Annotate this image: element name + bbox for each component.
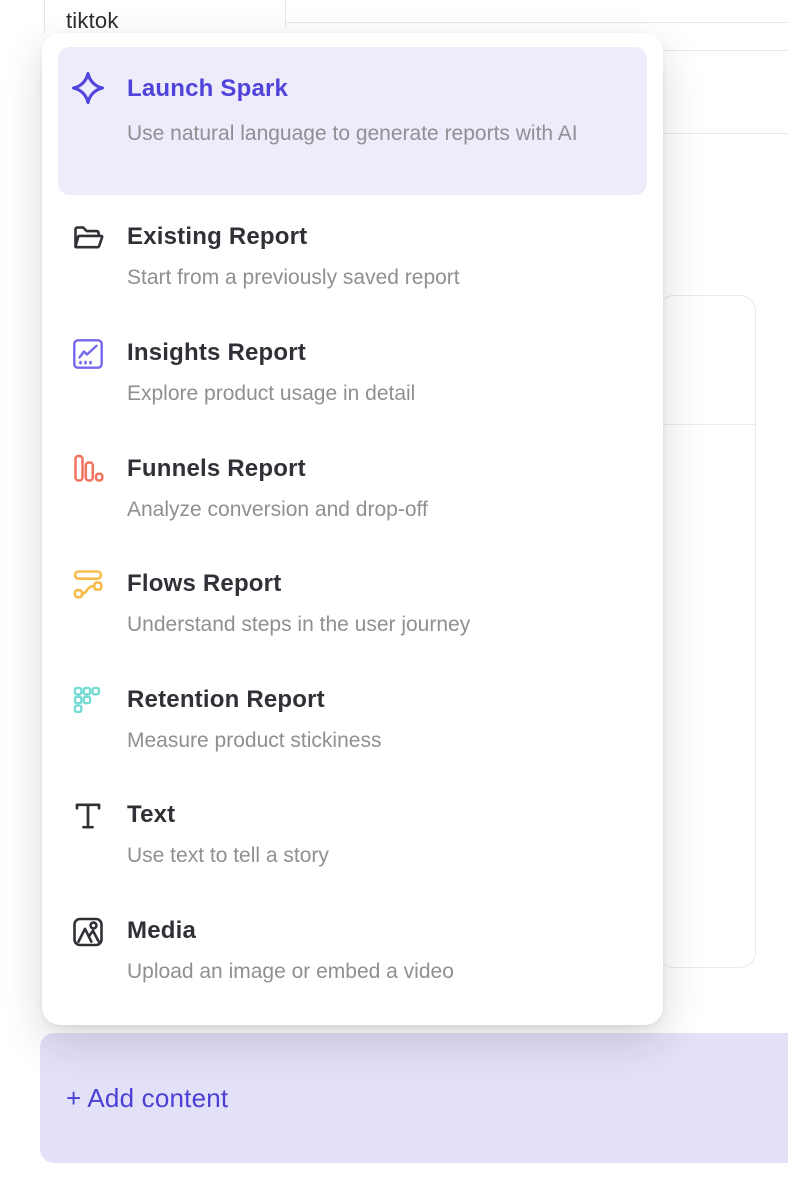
menu-item-description: Analyze conversion and drop-off (127, 496, 428, 524)
add-content-button[interactable]: + Add content (40, 1033, 788, 1163)
background-cell-text: tiktok (66, 8, 119, 34)
add-content-menu: Launch Spark Use natural language to gen… (42, 33, 663, 1025)
funnel-bars-icon (70, 452, 106, 488)
menu-item-title: Funnels Report (127, 454, 306, 484)
background-column-divider (44, 0, 45, 34)
menu-item-description: Use text to tell a story (127, 842, 329, 870)
menu-item-text[interactable]: Text Use text to tell a story (42, 800, 663, 876)
background-card-divider (659, 424, 755, 425)
menu-item-retention-report[interactable]: Retention Report Measure product stickin… (42, 685, 663, 761)
menu-item-title: Insights Report (127, 338, 306, 368)
add-content-label: + Add content (66, 1083, 228, 1114)
flows-icon (70, 567, 106, 603)
menu-item-description: Start from a previously saved report (127, 264, 460, 292)
background-report-card (658, 295, 756, 968)
menu-item-title: Existing Report (127, 222, 307, 252)
menu-item-title: Text (127, 800, 175, 830)
menu-item-title: Launch Spark (127, 74, 288, 104)
media-image-icon (70, 914, 106, 950)
spark-icon (70, 70, 106, 106)
folder-open-icon (70, 220, 106, 256)
menu-item-media[interactable]: Media Upload an image or embed a video (42, 916, 663, 992)
menu-item-funnels-report[interactable]: Funnels Report Analyze conversion and dr… (42, 454, 663, 530)
text-icon (70, 798, 106, 834)
menu-item-description: Understand steps in the user journey (127, 611, 470, 639)
menu-item-flows-report[interactable]: Flows Report Understand steps in the use… (42, 569, 663, 645)
menu-item-description: Explore product usage in detail (127, 380, 415, 408)
menu-item-launch-spark[interactable]: Launch Spark Use natural language to gen… (58, 47, 647, 195)
background-row-divider (660, 133, 788, 134)
background-row-divider (285, 22, 788, 23)
menu-item-title: Media (127, 916, 196, 946)
menu-item-insights-report[interactable]: Insights Report Explore product usage in… (42, 338, 663, 414)
background-row-divider (660, 50, 788, 51)
menu-item-existing-report[interactable]: Existing Report Start from a previously … (42, 222, 663, 298)
menu-item-description: Use natural language to generate reports… (127, 117, 642, 151)
insights-chart-icon (70, 336, 106, 372)
menu-item-description: Measure product stickiness (127, 727, 381, 755)
menu-item-title: Flows Report (127, 569, 281, 599)
menu-item-description: Upload an image or embed a video (127, 958, 454, 986)
retention-grid-icon (70, 683, 106, 719)
screen: tiktok Launch Spark Use natural language… (0, 0, 788, 1200)
menu-item-title: Retention Report (127, 685, 325, 715)
